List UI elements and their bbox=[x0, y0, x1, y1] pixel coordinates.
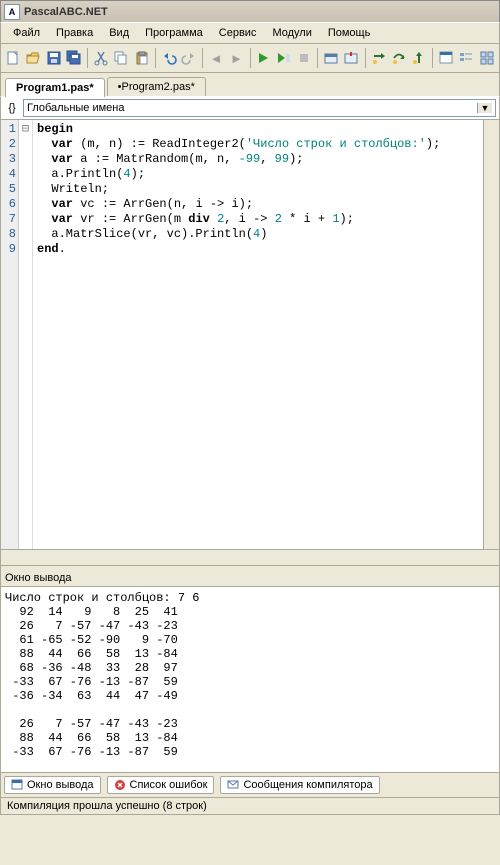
menu-bar: Файл Правка Вид Программа Сервис Модули … bbox=[0, 22, 500, 44]
menu-file[interactable]: Файл bbox=[5, 25, 48, 41]
btab-output-label: Окно вывода bbox=[27, 779, 94, 791]
scope-row: {} Глобальные имена ▼ bbox=[0, 96, 500, 120]
btab-errors[interactable]: Список ошибок bbox=[107, 776, 215, 794]
code-editor[interactable]: 1 2 3 4 5 6 7 8 9 ⊟ begin var (m, n) := … bbox=[0, 120, 500, 550]
btab-messages[interactable]: Сообщения компилятора bbox=[220, 776, 379, 794]
menu-help[interactable]: Помощь bbox=[320, 25, 379, 41]
menu-modules[interactable]: Модули bbox=[264, 25, 319, 41]
menu-edit[interactable]: Правка bbox=[48, 25, 101, 41]
vertical-scrollbar[interactable] bbox=[483, 120, 499, 549]
compile-icon[interactable] bbox=[322, 47, 340, 69]
open-file-icon[interactable] bbox=[24, 47, 42, 69]
step-out-icon[interactable] bbox=[410, 47, 428, 69]
run-icon[interactable] bbox=[254, 47, 272, 69]
output-panel[interactable]: Число строк и столбцов: 7 6 92 14 9 8 25… bbox=[0, 587, 500, 773]
btab-output[interactable]: Окно вывода bbox=[4, 776, 101, 794]
build-icon[interactable] bbox=[342, 47, 360, 69]
tab-program1[interactable]: Program1.pas* bbox=[5, 78, 105, 97]
document-tabs: Program1.pas* •Program2.pas* bbox=[0, 73, 500, 96]
paste-icon[interactable] bbox=[133, 47, 151, 69]
undo-icon[interactable] bbox=[160, 47, 178, 69]
btab-messages-label: Сообщения компилятора bbox=[243, 779, 372, 791]
app-icon: A bbox=[4, 4, 20, 20]
cut-icon[interactable] bbox=[92, 47, 110, 69]
save-all-icon[interactable] bbox=[65, 47, 83, 69]
status-bar: Компиляция прошла успешно (8 строк) bbox=[0, 798, 500, 815]
title-bar: A PascalABC.NET bbox=[0, 0, 500, 22]
output-title: Окно вывода bbox=[0, 570, 500, 587]
stop-icon[interactable] bbox=[295, 47, 313, 69]
step-into-icon[interactable] bbox=[369, 47, 387, 69]
btab-errors-label: Список ошибок bbox=[130, 779, 208, 791]
menu-view[interactable]: Вид bbox=[101, 25, 137, 41]
copy-icon[interactable] bbox=[112, 47, 130, 69]
new-file-icon[interactable] bbox=[4, 47, 22, 69]
message-icon bbox=[227, 779, 239, 791]
bottom-tabs: Окно вывода Список ошибок Сообщения комп… bbox=[0, 773, 500, 798]
scope-combo[interactable]: Глобальные имена ▼ bbox=[23, 99, 496, 117]
code-area[interactable]: begin var (m, n) := ReadInteger2('Число … bbox=[33, 120, 483, 549]
save-icon[interactable] bbox=[45, 47, 63, 69]
menu-program[interactable]: Программа bbox=[137, 25, 211, 41]
error-list-icon bbox=[114, 779, 126, 791]
modules-icon[interactable] bbox=[478, 47, 496, 69]
toolbar: ◄ ► bbox=[0, 44, 500, 73]
run2-icon[interactable] bbox=[275, 47, 293, 69]
horizontal-scrollbar[interactable] bbox=[0, 550, 500, 566]
form-icon[interactable] bbox=[437, 47, 455, 69]
app-title: PascalABC.NET bbox=[24, 6, 496, 18]
redo-icon[interactable] bbox=[180, 47, 198, 69]
outline-icon[interactable] bbox=[457, 47, 475, 69]
nav-forward-icon[interactable]: ► bbox=[227, 47, 245, 69]
line-gutter: 1 2 3 4 5 6 7 8 9 bbox=[1, 120, 19, 549]
window-icon bbox=[11, 779, 23, 791]
scope-icon: {} bbox=[4, 99, 20, 117]
fold-gutter[interactable]: ⊟ bbox=[19, 120, 33, 549]
menu-service[interactable]: Сервис bbox=[211, 25, 265, 41]
tab-program2[interactable]: •Program2.pas* bbox=[107, 77, 206, 96]
scope-combo-label: Глобальные имена bbox=[27, 102, 125, 114]
nav-back-icon[interactable]: ◄ bbox=[207, 47, 225, 69]
step-over-icon[interactable] bbox=[390, 47, 408, 69]
chevron-down-icon[interactable]: ▼ bbox=[477, 103, 492, 113]
